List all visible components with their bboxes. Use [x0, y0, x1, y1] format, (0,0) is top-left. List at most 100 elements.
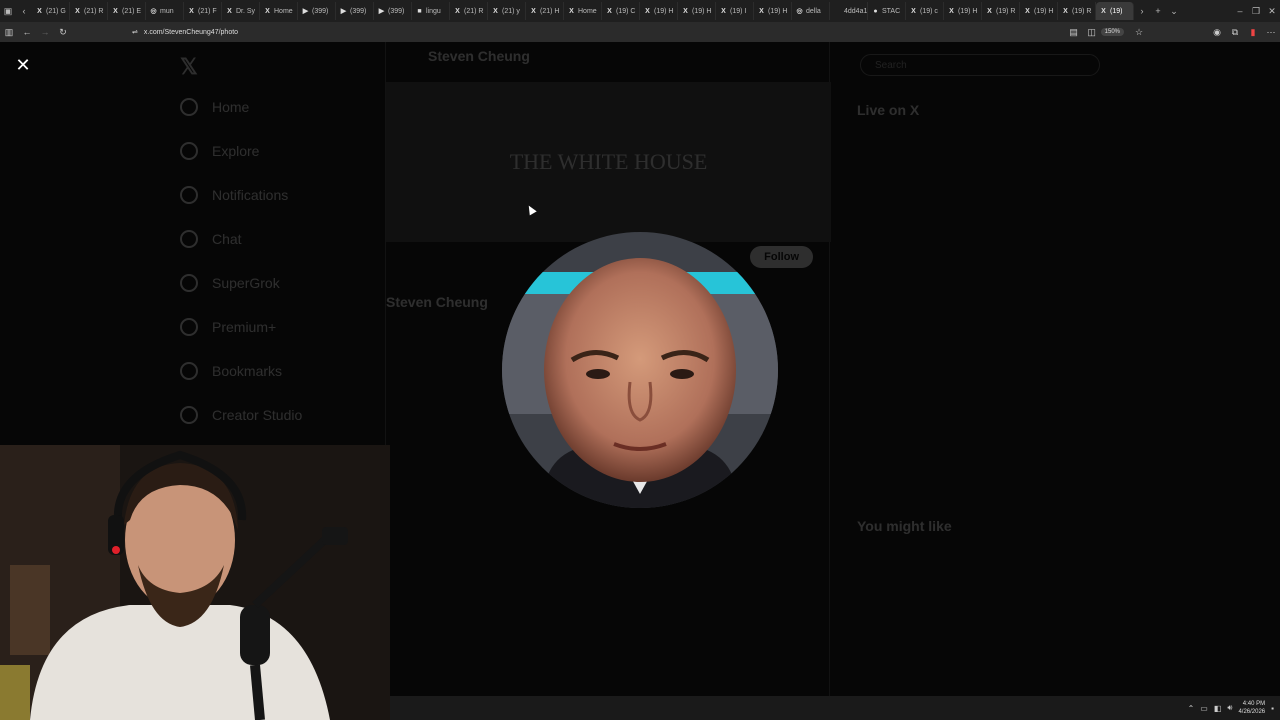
reload-icon[interactable]: ↻	[54, 23, 72, 41]
restore-icon[interactable]: ❐	[1248, 3, 1264, 19]
tab-label: Dr. Sy	[236, 7, 256, 15]
browser-tab[interactable]: X (21) G	[32, 2, 70, 20]
back-icon[interactable]: ←	[18, 23, 36, 41]
url-text: x.com/StevenCheung47/photo	[143, 29, 239, 36]
nav-item[interactable]: Explore	[180, 142, 259, 160]
tab-label: STAC	[882, 7, 901, 15]
tab-favicon-icon: X	[911, 7, 916, 15]
extensions-icon[interactable]: ⧉	[1226, 23, 1244, 41]
nav-item[interactable]: SuperGrok	[180, 274, 280, 292]
browser-tab[interactable]: 4dd4a14	[830, 2, 868, 20]
right-search[interactable]: Search	[860, 54, 1100, 76]
url-field[interactable]: ⇌ x.com/StevenCheung47/photo	[132, 28, 1065, 36]
browser-tab[interactable]: X (21) R	[70, 2, 108, 20]
browser-tab[interactable]: X (21) R	[450, 2, 488, 20]
profile-banner: THE WHITE HOUSE	[386, 82, 831, 242]
extension-badge-icon[interactable]: ▮	[1244, 23, 1262, 41]
nav-item[interactable]: Premium+	[180, 318, 276, 336]
tab-label: (19) C	[616, 7, 636, 15]
browser-tab[interactable]: X (19) H	[944, 2, 982, 20]
nav-item[interactable]: Bookmarks	[180, 362, 282, 380]
browser-tab[interactable]: ◎ della	[792, 2, 830, 20]
tab-scroll-left-icon[interactable]: ‹	[16, 3, 32, 19]
browser-tab[interactable]: X (19) C	[602, 2, 640, 20]
browser-tab[interactable]: X (19)	[1096, 2, 1134, 20]
nav-item-label: Bookmarks	[212, 363, 283, 379]
browser-tab[interactable]: ▶ (399)	[374, 2, 412, 20]
profile-display-name: Steven Cheung	[386, 294, 488, 310]
network-icon[interactable]: ▭	[1200, 704, 1208, 713]
browser-tab[interactable]: X Home	[564, 2, 602, 20]
reader-icon[interactable]: ▤	[1065, 23, 1083, 41]
forward-icon[interactable]: →	[36, 23, 54, 41]
browser-tab[interactable]: X (21) F	[184, 2, 222, 20]
profile-photo-image	[502, 232, 778, 508]
sidebar-toggle-icon[interactable]: ▥	[0, 23, 18, 41]
menu-icon[interactable]: ⋯	[1262, 23, 1280, 41]
zoom-badge[interactable]: 150%	[1100, 28, 1124, 36]
tab-label: (19) R	[996, 7, 1016, 15]
browser-tab[interactable]: X (19) H	[678, 2, 716, 20]
tab-label: Home	[274, 7, 293, 15]
browser-tab[interactable]: X (19) c	[906, 2, 944, 20]
browser-tab[interactable]: X Dr. Sy	[222, 2, 260, 20]
tab-label: (21) E	[122, 7, 142, 15]
tab-search-icon[interactable]: ⌄	[1166, 3, 1182, 19]
nav-item-label: Premium+	[212, 319, 277, 335]
browser-tab[interactable]: ◎ mun	[146, 2, 184, 20]
browser-tab[interactable]: ▶ (399)	[298, 2, 336, 20]
browser-tab[interactable]: ▶ (399)	[336, 2, 374, 20]
nav-item-label: Explore	[212, 143, 260, 159]
suggest-heading: You might like	[857, 518, 952, 534]
browser-tab[interactable]: ■ lingu	[412, 2, 450, 20]
nav-item-icon	[180, 98, 198, 116]
minimize-icon[interactable]: –	[1232, 3, 1248, 19]
browser-tab[interactable]: X (21) y	[488, 2, 526, 20]
favorite-star-icon[interactable]: ☆	[1130, 23, 1148, 41]
browser-tab[interactable]: X (19) H	[640, 2, 678, 20]
battery-icon[interactable]: ◧	[1214, 704, 1222, 713]
nav-item-label: Home	[212, 99, 250, 115]
tab-favicon-icon: X	[721, 7, 726, 15]
browser-tab[interactable]: X (19) H	[754, 2, 792, 20]
close-photo-icon[interactable]: ✕	[14, 56, 32, 74]
tab-scroll-right-icon[interactable]: ›	[1134, 3, 1150, 19]
site-info-icon[interactable]: ⇌	[132, 29, 138, 36]
nav-item-label: SuperGrok	[212, 275, 280, 291]
nav-item[interactable]: Creator Studio	[180, 406, 302, 424]
tab-actions-icon[interactable]: ▣	[0, 3, 16, 19]
tab-label: (21) R	[84, 7, 104, 15]
tab-favicon-icon: X	[531, 7, 536, 15]
follow-button[interactable]: Follow	[750, 246, 813, 268]
nav-item-icon	[180, 318, 198, 336]
tray-overflow-icon[interactable]: ⌃	[1188, 704, 1195, 713]
nav-item[interactable]: Chat	[180, 230, 242, 248]
browser-tab[interactable]: X (19) R	[1058, 2, 1096, 20]
nav-item-icon	[180, 230, 198, 248]
browser-tab[interactable]: X (21) H	[526, 2, 564, 20]
close-window-icon[interactable]: ✕	[1264, 3, 1280, 19]
tab-label: mun	[160, 7, 174, 15]
notification-icon[interactable]: ▪	[1271, 704, 1274, 713]
nav-item[interactable]: Notifications	[180, 186, 288, 204]
browser-tab[interactable]: X (21) E	[108, 2, 146, 20]
nav-item-label: Creator Studio	[212, 407, 303, 423]
profile-icon[interactable]: ◉	[1208, 23, 1226, 41]
browser-tab[interactable]: X (19) I	[716, 2, 754, 20]
tab-favicon-icon: X	[569, 7, 574, 15]
new-tab-icon[interactable]: +	[1150, 3, 1166, 19]
browser-tab[interactable]: X Home	[260, 2, 298, 20]
browser-tab[interactable]: X (19) R	[982, 2, 1020, 20]
volume-icon[interactable]: 🔊︎	[1227, 703, 1232, 713]
browser-tab[interactable]: ● STAC	[868, 2, 906, 20]
tab-favicon-icon: X	[265, 7, 270, 15]
tab-label: (399)	[312, 7, 329, 15]
clock[interactable]: 4:40 PM 4/26/2026	[1238, 700, 1265, 716]
banner-text: THE WHITE HOUSE	[509, 149, 708, 174]
tab-favicon-icon: X	[1101, 7, 1106, 15]
tab-label: della	[806, 7, 821, 15]
nav-item[interactable]: Home	[180, 98, 249, 116]
browser-tab[interactable]: X (19) H	[1020, 2, 1058, 20]
split-view-icon[interactable]: ◫	[1083, 23, 1101, 41]
nav-item-icon	[180, 186, 198, 204]
